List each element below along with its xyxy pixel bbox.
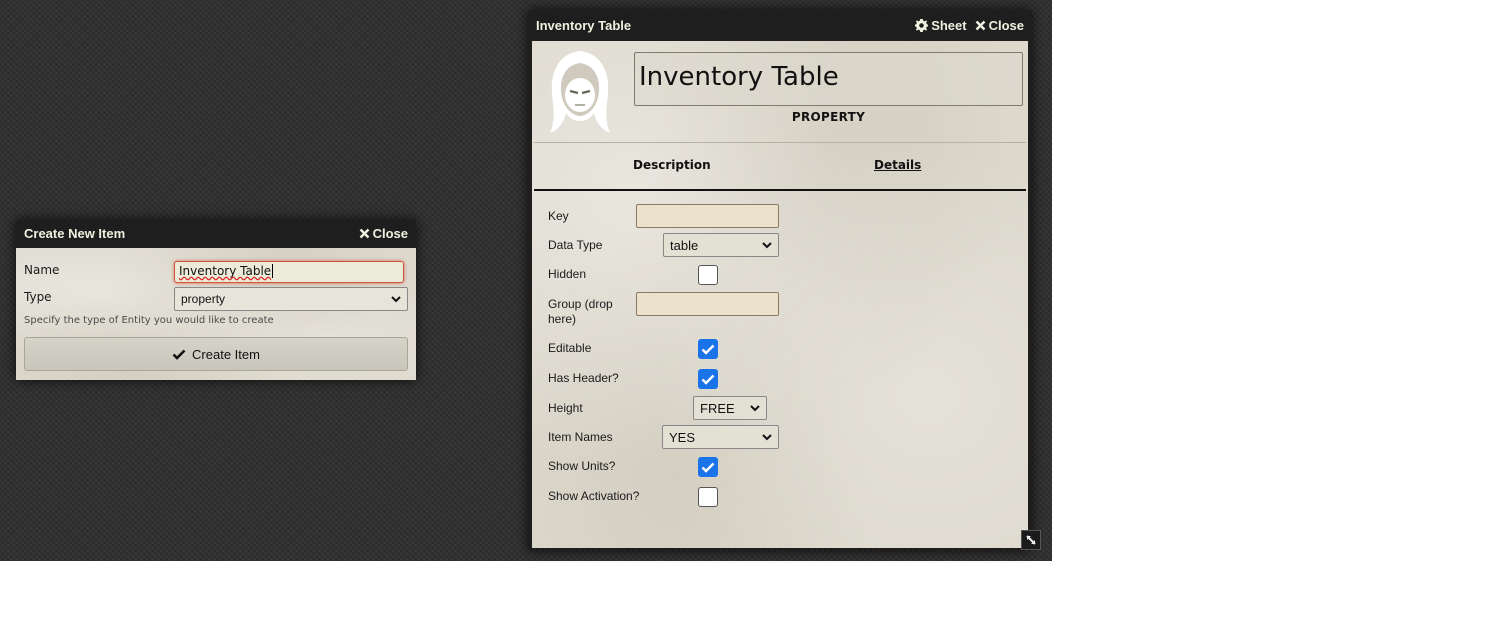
resize-handle[interactable] bbox=[1021, 530, 1041, 550]
close-button[interactable]: Close bbox=[359, 226, 408, 241]
name-input[interactable]: Inventory Table bbox=[174, 261, 404, 283]
close-icon bbox=[359, 228, 369, 239]
create-item-dialog: Create New Item Close Name Inventory Tab… bbox=[16, 220, 416, 380]
sheet-close-label: Close bbox=[988, 17, 1024, 33]
chevron-down-icon bbox=[762, 433, 772, 440]
chevron-down-icon bbox=[750, 404, 760, 411]
gear-icon bbox=[915, 18, 929, 32]
hidden-checkbox[interactable] bbox=[698, 265, 718, 285]
item-names-select[interactable]: YES bbox=[662, 425, 779, 449]
sheet-config-button[interactable]: Sheet bbox=[915, 17, 967, 33]
data-type-select[interactable]: table bbox=[663, 233, 779, 257]
type-hint: Specify the type of Entity you would lik… bbox=[24, 315, 274, 326]
tab-description[interactable]: Description bbox=[633, 158, 711, 172]
check-icon bbox=[172, 349, 186, 360]
data-type-value: table bbox=[670, 237, 699, 253]
sheet-title: Inventory Table bbox=[536, 17, 632, 33]
editable-checkbox[interactable] bbox=[698, 339, 718, 359]
hidden-label: Hidden bbox=[548, 267, 587, 281]
show-units-checkbox[interactable] bbox=[698, 457, 718, 477]
type-select-value: property bbox=[181, 292, 226, 306]
show-activation-label: Show Activation? bbox=[548, 489, 640, 503]
group-label: Group (drop here) bbox=[548, 297, 613, 326]
sheet-tabs: Description Details bbox=[534, 151, 1026, 181]
name-label: Name bbox=[24, 263, 60, 277]
sheet-config-label: Sheet bbox=[931, 17, 967, 33]
sheet-close-button[interactable]: Close bbox=[975, 18, 1024, 33]
check-icon bbox=[701, 462, 715, 473]
height-value: FREE bbox=[700, 400, 735, 416]
has-header-checkbox[interactable] bbox=[698, 369, 718, 389]
chevron-down-icon bbox=[391, 295, 401, 302]
dialog-title: Create New Item bbox=[24, 226, 126, 241]
height-label: Height bbox=[548, 401, 583, 415]
close-icon bbox=[975, 20, 985, 30]
height-select[interactable]: FREE bbox=[693, 396, 767, 420]
name-input-value: Inventory Table bbox=[179, 264, 272, 278]
tabs-divider bbox=[534, 189, 1026, 191]
item-type-label: PROPERTY bbox=[791, 110, 866, 124]
show-units-label: Show Units? bbox=[548, 459, 616, 473]
type-select[interactable]: property bbox=[174, 287, 408, 311]
key-label: Key bbox=[548, 209, 569, 223]
item-sheet-window: Inventory Table Sheet Close Inventory Ta… bbox=[528, 10, 1032, 550]
type-label: Type bbox=[24, 290, 52, 304]
key-input[interactable] bbox=[636, 204, 779, 228]
create-item-button[interactable]: Create Item bbox=[24, 337, 408, 371]
item-name-input[interactable]: Inventory Table bbox=[634, 52, 1023, 106]
divider bbox=[534, 142, 1026, 143]
data-type-label: Data Type bbox=[548, 238, 603, 252]
tab-details[interactable]: Details bbox=[874, 158, 921, 172]
item-names-value: YES bbox=[669, 429, 696, 445]
chevron-down-icon bbox=[762, 241, 772, 248]
has-header-label: Has Header? bbox=[548, 371, 619, 385]
resize-icon bbox=[1026, 535, 1036, 545]
hooded-figure-icon[interactable] bbox=[542, 49, 618, 137]
show-activation-checkbox[interactable] bbox=[698, 487, 718, 507]
sheet-header[interactable]: Inventory Table Sheet Close bbox=[528, 10, 1032, 40]
group-drop-input[interactable] bbox=[636, 292, 779, 316]
dialog-body: Name Inventory Table Type property Speci… bbox=[16, 248, 416, 380]
check-icon bbox=[701, 344, 715, 355]
editable-label: Editable bbox=[548, 341, 592, 355]
check-icon bbox=[701, 374, 715, 385]
close-label: Close bbox=[372, 226, 408, 241]
create-item-label: Create Item bbox=[192, 346, 260, 362]
item-name-value: Inventory Table bbox=[639, 62, 839, 92]
dialog-header[interactable]: Create New Item Close bbox=[16, 220, 416, 247]
item-names-label: Item Names bbox=[548, 430, 613, 444]
sheet-body: Inventory Table PROPERTY Description Det… bbox=[532, 41, 1028, 548]
